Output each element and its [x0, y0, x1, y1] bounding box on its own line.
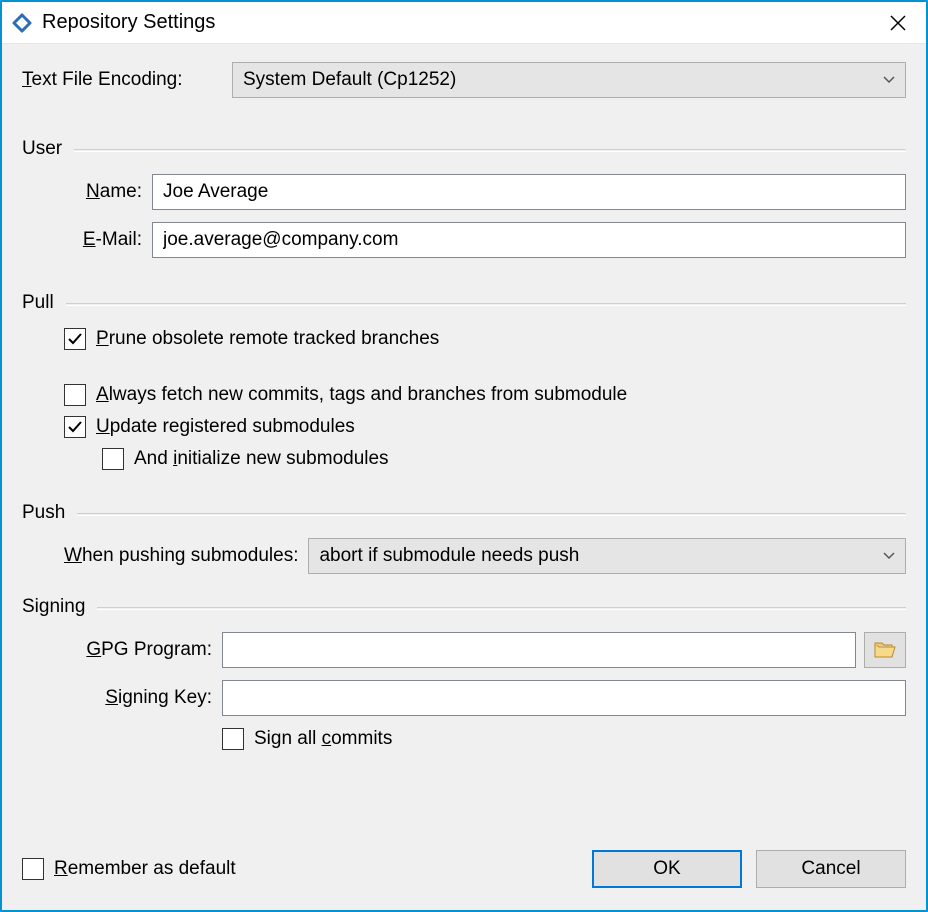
prune-row: Prune obsolete remote tracked branches	[64, 328, 906, 350]
pull-group: Pull Prune obsolete remote tracked branc…	[22, 292, 906, 480]
sign-all-commits-label: Sign all commits	[254, 728, 392, 750]
chevron-down-icon	[883, 552, 895, 560]
prune-checkbox[interactable]	[64, 328, 86, 350]
folder-open-icon	[874, 641, 896, 659]
gpg-program-row: GPG Program:	[22, 632, 906, 668]
gpg-program-input[interactable]	[222, 632, 856, 668]
title-bar: Repository Settings	[2, 2, 926, 44]
remember-row: Remember as default	[22, 858, 236, 880]
init-submodules-checkbox[interactable]	[102, 448, 124, 470]
signing-group: Signing GPG Program: Signing Key:	[22, 596, 906, 760]
close-icon	[890, 15, 906, 31]
pull-group-title: Pull	[22, 292, 66, 314]
prune-label: Prune obsolete remote tracked branches	[96, 328, 439, 350]
email-label: E-Mail:	[22, 229, 152, 251]
app-icon	[10, 11, 34, 35]
browse-gpg-button[interactable]	[864, 632, 906, 668]
remember-label: Remember as default	[54, 858, 236, 880]
dialog-footer: Remember as default OK Cancel	[22, 840, 906, 900]
signing-key-row: Signing Key:	[22, 680, 906, 716]
remember-checkbox[interactable]	[22, 858, 44, 880]
init-submodules-row: And initialize new submodules	[102, 448, 906, 470]
cancel-button[interactable]: Cancel	[756, 850, 906, 888]
always-fetch-label: Always fetch new commits, tags and branc…	[96, 384, 627, 406]
name-label: Name:	[22, 181, 152, 203]
push-group: Push When pushing submodules: abort if s…	[22, 502, 906, 574]
chevron-down-icon	[883, 76, 895, 84]
sign-all-commits-row: Sign all commits	[222, 728, 906, 750]
signing-key-input[interactable]	[222, 680, 906, 716]
email-input[interactable]	[152, 222, 906, 258]
sign-all-commits-checkbox[interactable]	[222, 728, 244, 750]
close-button[interactable]	[876, 7, 920, 39]
push-submodules-row: When pushing submodules: abort if submod…	[64, 538, 906, 574]
signing-group-title: Signing	[22, 596, 97, 618]
encoding-select[interactable]: System Default (Cp1252)	[232, 62, 906, 98]
always-fetch-checkbox[interactable]	[64, 384, 86, 406]
user-group-title: User	[22, 138, 74, 160]
window-title: Repository Settings	[42, 11, 876, 34]
gpg-program-label: GPG Program:	[22, 639, 222, 661]
push-submodules-value: abort if submodule needs push	[319, 545, 579, 567]
encoding-select-value: System Default (Cp1252)	[243, 69, 456, 91]
dialog-content: Text File Encoding: System Default (Cp12…	[2, 44, 926, 910]
update-submodules-label: Update registered submodules	[96, 416, 355, 438]
signing-key-label: Signing Key:	[22, 687, 222, 709]
email-row: E-Mail:	[22, 222, 906, 258]
encoding-row: Text File Encoding: System Default (Cp12…	[22, 62, 906, 98]
push-submodules-select[interactable]: abort if submodule needs push	[308, 538, 906, 574]
always-fetch-row: Always fetch new commits, tags and branc…	[64, 384, 906, 406]
update-submodules-row: Update registered submodules	[64, 416, 906, 438]
push-submodules-label: When pushing submodules:	[64, 545, 308, 567]
dialog-window: Repository Settings Text File Encoding: …	[0, 0, 928, 912]
name-input[interactable]	[152, 174, 906, 210]
ok-button[interactable]: OK	[592, 850, 742, 888]
user-group: User Name: E-Mail:	[22, 138, 906, 270]
init-submodules-label: And initialize new submodules	[134, 448, 389, 470]
update-submodules-checkbox[interactable]	[64, 416, 86, 438]
push-group-title: Push	[22, 502, 77, 524]
encoding-label: Text File Encoding:	[22, 69, 222, 91]
name-row: Name:	[22, 174, 906, 210]
